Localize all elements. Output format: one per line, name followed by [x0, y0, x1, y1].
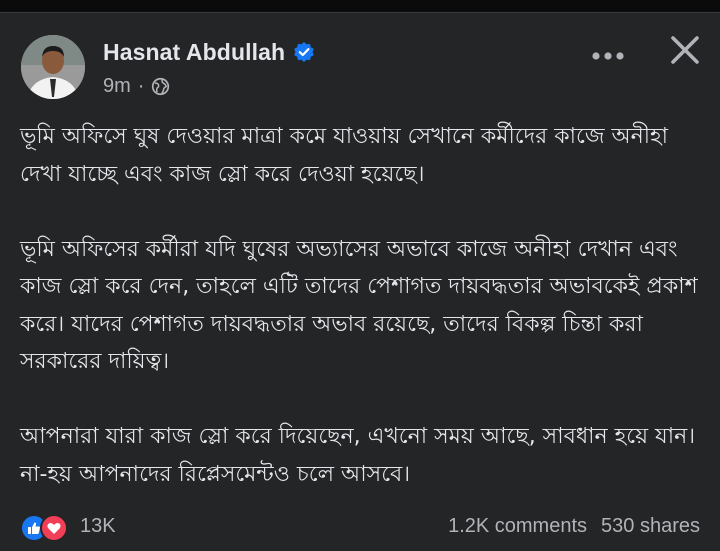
verified-badge-icon — [293, 41, 315, 63]
author-name[interactable]: Hasnat Abdullah — [103, 39, 285, 66]
engagement-stats: 1.2K comments 530 shares — [448, 511, 700, 541]
meta-separator: · — [137, 74, 145, 97]
post-card: Hasnat Abdullah 9m · ভূমি অফিসে ঘুষ দেওয… — [0, 12, 720, 551]
page: Hasnat Abdullah 9m · ভূমি অফিসে ঘুষ দেওয… — [0, 0, 720, 551]
post-paragraph-3: আপনারা যারা কাজ স্লো করে দিয়েছেন, এখনো … — [20, 424, 696, 487]
comments-count-link[interactable]: 1.2K comments — [448, 515, 587, 538]
post-meta: 9m · — [103, 73, 170, 99]
close-icon — [670, 35, 700, 69]
post-timestamp[interactable]: 9m — [103, 75, 131, 98]
more-options-button[interactable] — [580, 33, 636, 77]
reaction-icons — [20, 513, 70, 542]
shares-count-link[interactable]: 530 shares — [601, 515, 700, 538]
more-horizontal-icon — [591, 46, 625, 65]
author-row: Hasnat Abdullah — [103, 37, 315, 67]
post-body: ভূমি অফিসে ঘুষ দেওয়ার মাত্রা কমে যাওয়া… — [20, 118, 710, 493]
reactions-summary[interactable]: 13K — [20, 511, 116, 542]
close-button[interactable] — [662, 29, 708, 75]
avatar[interactable] — [21, 35, 85, 99]
globe-icon[interactable] — [151, 77, 170, 96]
post-paragraph-2: ভূমি অফিসের কর্মীরা যদি ঘুষের অভ্যাসের অ… — [20, 236, 698, 375]
love-icon — [40, 514, 68, 542]
reaction-count: 13K — [80, 514, 116, 537]
post-paragraph-1: ভূমি অফিসে ঘুষ দেওয়ার মাত্রা কমে যাওয়া… — [20, 124, 668, 187]
